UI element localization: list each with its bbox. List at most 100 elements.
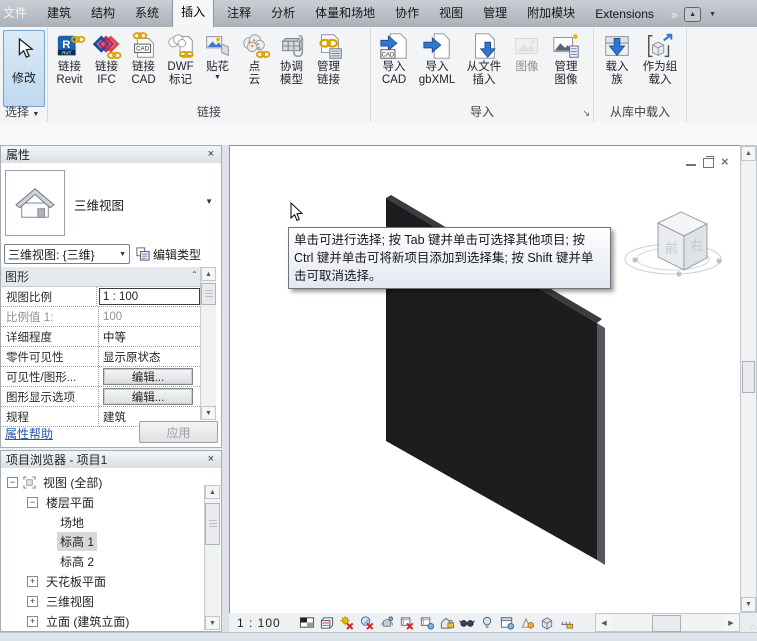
scroll-up-icon[interactable]: ▲ bbox=[741, 146, 756, 161]
apply-button[interactable]: 应用 bbox=[139, 421, 218, 443]
viewcube[interactable]: 前 右 bbox=[625, 212, 722, 277]
tab-insert[interactable]: 插入 bbox=[172, 0, 214, 27]
tree-item-floor-plans[interactable]: − 楼层平面 bbox=[27, 493, 97, 511]
type-preview[interactable] bbox=[5, 170, 65, 236]
tab-addins[interactable]: 附加模块 bbox=[520, 0, 582, 27]
decal-button[interactable]: 贴花 ▼ bbox=[199, 29, 236, 103]
scrollbar-thumb[interactable] bbox=[205, 503, 220, 545]
collapse-section-icon[interactable]: ˆ bbox=[193, 271, 196, 282]
tree-expand-icon[interactable]: + bbox=[27, 576, 38, 587]
locked-3d-view-icon[interactable] bbox=[439, 615, 456, 630]
viewcube-front-face-label[interactable]: 前 bbox=[665, 241, 678, 256]
tab-extensions[interactable]: Extensions bbox=[588, 2, 661, 27]
scroll-down-icon[interactable]: ▼ bbox=[741, 597, 756, 612]
close-icon[interactable]: × bbox=[206, 454, 216, 465]
section-header-graphics[interactable]: 图形 ˆ bbox=[1, 267, 200, 287]
tree-item-level-1[interactable]: 标高 1 bbox=[57, 532, 97, 550]
scrollbar-thumb[interactable] bbox=[201, 283, 216, 305]
horizontal-scrollbar[interactable]: ◀ ▶ bbox=[595, 613, 740, 632]
type-selector-combobox[interactable]: 三维视图: {三维} ▼ bbox=[4, 244, 130, 264]
scroll-up-icon[interactable]: ▲ bbox=[201, 267, 216, 281]
manage-links-button[interactable]: 管理 链接 bbox=[310, 29, 347, 103]
restore-window-icon[interactable] bbox=[703, 158, 714, 168]
ribbon-minimize-dropdown-icon[interactable]: ▼ bbox=[709, 11, 716, 18]
properties-title-bar[interactable]: 属性 × bbox=[1, 146, 221, 164]
point-cloud-button[interactable]: 点 云 bbox=[236, 29, 273, 103]
tree-item-site[interactable]: 场地 bbox=[57, 513, 87, 531]
tree-collapse-icon[interactable]: − bbox=[7, 477, 18, 488]
crop-view-icon[interactable] bbox=[399, 615, 416, 630]
close-icon[interactable]: × bbox=[206, 149, 216, 160]
reveal-hidden-elements-icon[interactable] bbox=[479, 615, 496, 630]
tree-item-ceiling-plans[interactable]: + 天花板平面 bbox=[27, 572, 109, 590]
insert-from-file-button[interactable]: 从文件 插入 bbox=[460, 29, 508, 103]
edit-type-button[interactable]: 编辑类型 bbox=[136, 246, 201, 263]
viewcube-right-face-label[interactable]: 右 bbox=[690, 238, 703, 253]
tab-view[interactable]: 视图 bbox=[432, 0, 470, 27]
view-scale-input[interactable]: 1 : 100 bbox=[99, 288, 200, 305]
dialog-launcher-icon[interactable]: ↘ bbox=[582, 108, 590, 119]
ribbon-minimize-button[interactable]: ▲ bbox=[684, 7, 701, 22]
tab-manage[interactable]: 管理 bbox=[476, 0, 514, 27]
temporary-view-properties-icon[interactable] bbox=[499, 615, 516, 630]
tree-collapse-icon[interactable]: − bbox=[27, 497, 38, 508]
tree-scrollbar[interactable]: ▲ ▼ bbox=[204, 485, 220, 630]
load-as-group-button[interactable]: 作为组 载入 bbox=[637, 29, 683, 103]
graphic-display-options-edit-button[interactable]: 编辑... bbox=[103, 388, 193, 405]
manage-images-button[interactable]: 管理 图像 bbox=[546, 29, 586, 103]
tab-architecture[interactable]: 建筑 bbox=[40, 0, 78, 27]
scrollbar-thumb[interactable] bbox=[652, 615, 681, 632]
sun-path-icon[interactable] bbox=[339, 615, 356, 630]
resize-grip[interactable]: ∴ bbox=[740, 613, 757, 634]
detail-level-value[interactable]: 中等 bbox=[99, 329, 200, 345]
minimize-window-icon[interactable] bbox=[686, 161, 696, 166]
dwf-markup-button[interactable]: DWF 标记 bbox=[162, 29, 199, 103]
analytical-model-icon[interactable] bbox=[519, 615, 536, 630]
properties-help-link[interactable]: 属性帮助 bbox=[5, 425, 53, 442]
tab-annotate[interactable]: 注释 bbox=[220, 0, 258, 27]
detail-level-icon[interactable] bbox=[299, 615, 316, 630]
tree-item-level-2[interactable]: 标高 2 bbox=[57, 552, 97, 570]
close-window-icon[interactable]: × bbox=[721, 156, 729, 168]
coordination-model-button[interactable]: 协调 模型 bbox=[273, 29, 310, 103]
shadows-icon[interactable] bbox=[359, 615, 376, 630]
rendering-dialog-icon[interactable] bbox=[379, 615, 396, 630]
temporary-hide-isolate-icon[interactable] bbox=[459, 615, 476, 630]
scroll-right-icon[interactable]: ▶ bbox=[723, 614, 739, 631]
tree-item-views-all[interactable]: − 视图 (全部) bbox=[7, 473, 105, 491]
scrollbar-track[interactable] bbox=[612, 614, 723, 631]
tab-overflow-icon[interactable]: » bbox=[671, 7, 676, 22]
link-cad-button[interactable]: CAD 链接 CAD bbox=[125, 29, 162, 103]
palette-canvas-splitter[interactable] bbox=[222, 145, 229, 632]
crop-region-icon[interactable] bbox=[419, 615, 436, 630]
tab-massing-site[interactable]: 体量和场地 bbox=[308, 0, 382, 27]
property-grid-scrollbar[interactable]: ▲ ▼ bbox=[200, 267, 216, 420]
displacement-sets-icon[interactable] bbox=[539, 615, 556, 630]
scroll-down-icon[interactable]: ▼ bbox=[201, 406, 216, 420]
import-gbxml-button[interactable]: 导入 gbXML bbox=[414, 29, 460, 103]
link-revit-button[interactable]: R RVT 链接 Revit bbox=[51, 29, 88, 103]
scroll-down-icon[interactable]: ▼ bbox=[205, 616, 220, 630]
project-browser-title-bar[interactable]: 项目浏览器 - 项目1 × bbox=[1, 451, 221, 469]
vertical-scrollbar[interactable]: ▲ ▼ bbox=[740, 145, 757, 613]
parts-visibility-value[interactable]: 显示原状态 bbox=[99, 349, 200, 365]
tab-collaborate[interactable]: 协作 bbox=[388, 0, 426, 27]
visibility-graphics-edit-button[interactable]: 编辑... bbox=[103, 368, 193, 385]
modify-button[interactable]: 修改 bbox=[3, 30, 45, 107]
drawing-area[interactable]: 前 右 × 单击可进行选择; 按 Tab 键并单击可选择其他项目; 按 Ctrl… bbox=[229, 145, 740, 613]
tree-expand-icon[interactable]: + bbox=[27, 596, 38, 607]
scroll-up-icon[interactable]: ▲ bbox=[205, 485, 220, 499]
tab-file[interactable]: 文件 bbox=[0, 0, 34, 27]
visual-style-icon[interactable] bbox=[319, 615, 336, 630]
load-family-button[interactable]: 载入 族 bbox=[597, 29, 637, 103]
tab-systems[interactable]: 系统 bbox=[128, 0, 166, 27]
show-constraints-icon[interactable] bbox=[559, 615, 576, 630]
scroll-left-icon[interactable]: ◀ bbox=[596, 614, 612, 631]
link-ifc-button[interactable]: 链接 IFC bbox=[88, 29, 125, 103]
tree-item-3d-views[interactable]: + 三维视图 bbox=[27, 592, 97, 610]
view-scale-button[interactable]: 1 : 100 bbox=[237, 616, 299, 630]
tree-expand-icon[interactable]: + bbox=[27, 616, 38, 627]
select-dropdown[interactable]: 选择 ▼ bbox=[0, 103, 47, 120]
scrollbar-thumb[interactable] bbox=[742, 361, 755, 393]
tab-analyze[interactable]: 分析 bbox=[264, 0, 302, 27]
